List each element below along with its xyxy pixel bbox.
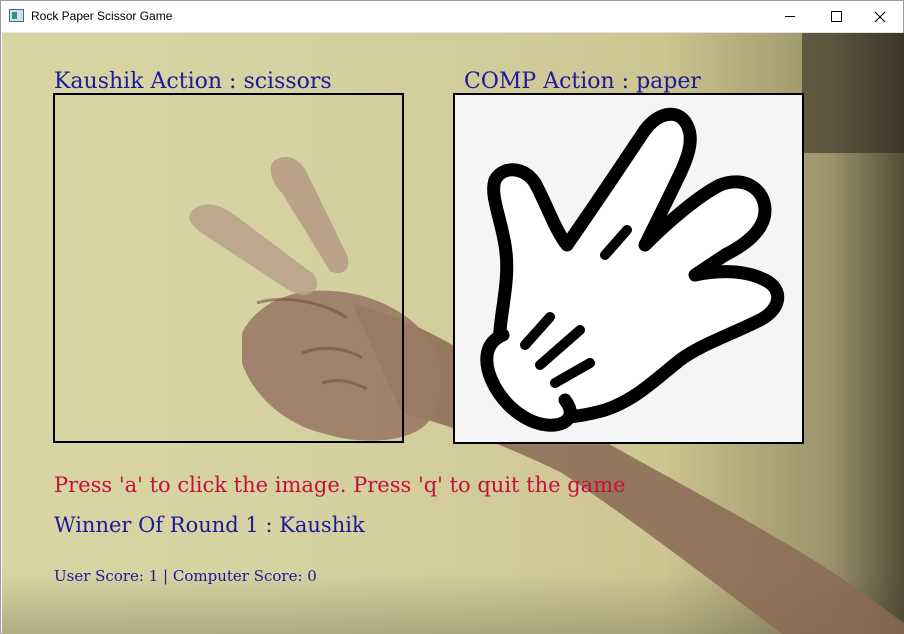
user-capture-frame	[53, 93, 404, 443]
window-title: Rock Paper Scissor Game	[31, 9, 173, 23]
instruction-text: Press 'a' to click the image. Press 'q' …	[54, 473, 626, 497]
minimize-button[interactable]	[767, 1, 813, 32]
maximize-icon	[830, 11, 842, 22]
camera-feed: Kaushik Action : scissors COMP Action : …	[2, 33, 904, 634]
score-text: User Score: 1 | Computer Score: 0	[54, 567, 317, 585]
close-button[interactable]	[857, 1, 903, 32]
title-bar[interactable]: Rock Paper Scissor Game	[1, 1, 903, 33]
close-icon	[874, 11, 886, 22]
comp-action-label: COMP Action : paper	[464, 69, 701, 94]
app-window: Rock Paper Scissor Game Kaushik Action:…	[0, 0, 904, 634]
comp-action-image	[453, 93, 804, 444]
maximize-button[interactable]	[813, 1, 859, 32]
minimize-icon	[785, 16, 795, 17]
app-window-icon	[9, 9, 24, 22]
round-winner-text: Winner Of Round 1 : Kaushik	[54, 513, 365, 537]
user-action-label: Kaushik Action : scissors	[54, 69, 332, 94]
paper-hand-icon	[480, 107, 785, 432]
